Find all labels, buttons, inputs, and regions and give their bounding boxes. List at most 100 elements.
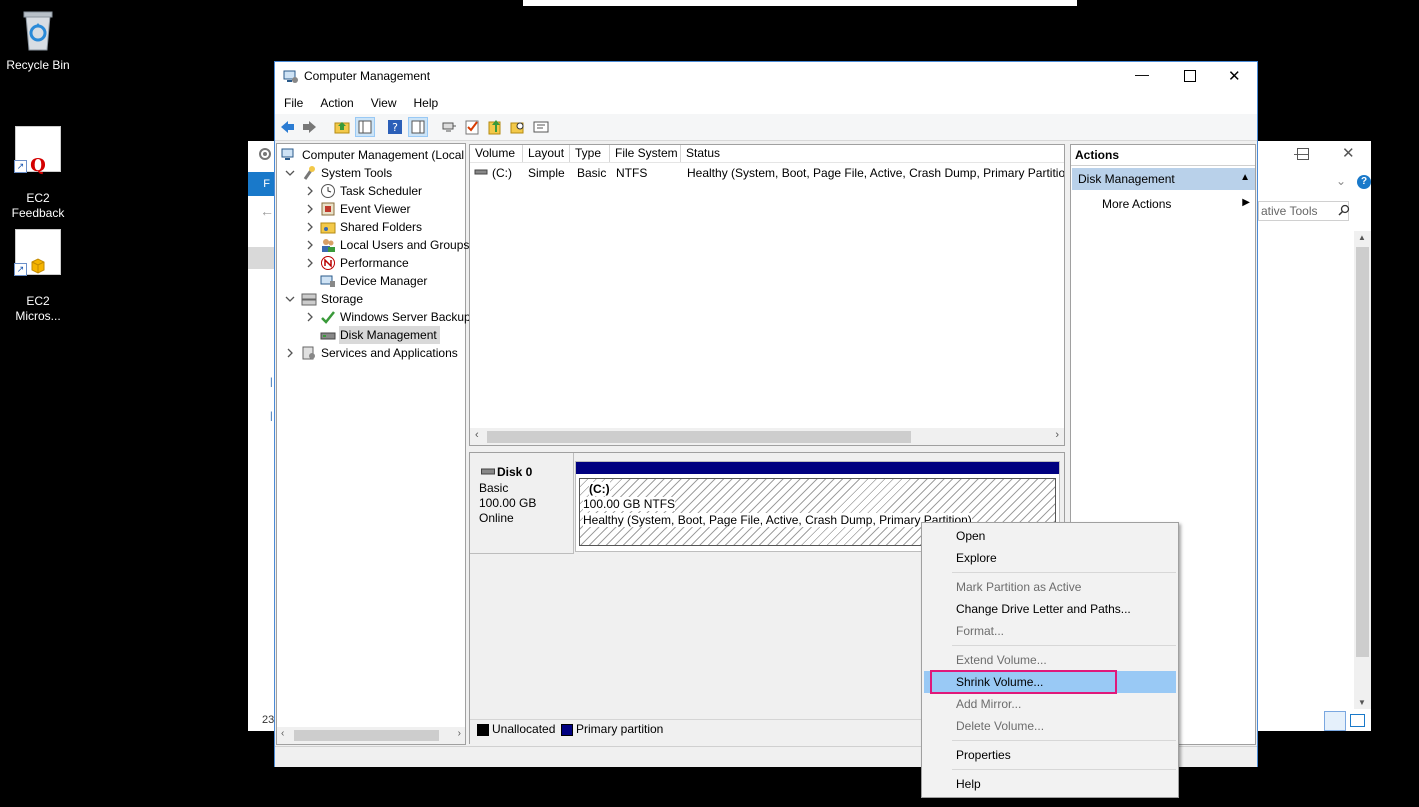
tiles-view-icon[interactable] bbox=[1350, 714, 1365, 727]
tree-item-label: Performance bbox=[340, 256, 409, 270]
menu-item-delete-volume: Delete Volume... bbox=[956, 719, 1045, 733]
cell-file-system: NTFS bbox=[616, 166, 648, 180]
shortcut-arrow-icon: ↗ bbox=[14, 160, 27, 173]
tree-item-services-and-applications[interactable]: Services and Applications bbox=[281, 344, 461, 362]
tree-item-event-viewer[interactable]: Event Viewer bbox=[281, 200, 461, 218]
table-row[interactable]: (C:) Simple Basic NTFS Healthy (System, … bbox=[470, 165, 1064, 182]
package-icon: ↗ bbox=[14, 229, 61, 276]
title-bar[interactable]: Computer Management — ✕ bbox=[275, 62, 1257, 92]
help-icon[interactable]: ? bbox=[387, 119, 403, 135]
chevron-right-icon[interactable] bbox=[303, 220, 317, 234]
col-header-status[interactable]: Status bbox=[681, 145, 1064, 162]
chevron-down-icon[interactable]: ⌄ bbox=[1336, 174, 1346, 188]
forward-icon[interactable] bbox=[302, 119, 318, 135]
up-folder-icon[interactable] bbox=[334, 119, 350, 135]
menu-item-extend-volume: Extend Volume... bbox=[956, 653, 1047, 667]
cell-status: Healthy (System, Boot, Page File, Active… bbox=[687, 166, 1064, 180]
chevron-right-icon[interactable] bbox=[283, 346, 297, 360]
tree-horizontal-scrollbar[interactable]: ‹ › bbox=[277, 727, 465, 744]
tree-item-label: Local Users and Groups bbox=[340, 238, 470, 252]
disk-management-icon bbox=[320, 327, 336, 343]
tree-item-task-scheduler[interactable]: Task Scheduler bbox=[281, 182, 461, 200]
menu-item-open[interactable]: Open bbox=[956, 526, 985, 546]
actions-header-label: Actions bbox=[1075, 148, 1120, 162]
menu-item-properties[interactable]: Properties bbox=[956, 745, 1011, 765]
disk-info-box[interactable]: Disk 0 Basic 100.00 GB Online bbox=[470, 453, 574, 554]
connect-icon[interactable] bbox=[441, 119, 457, 135]
close-button[interactable]: ✕ bbox=[1228, 67, 1241, 85]
volume-horizontal-scrollbar[interactable]: ‹ › bbox=[470, 428, 1064, 445]
storage-icon bbox=[301, 291, 317, 307]
tree-item-label: Windows Server Backup bbox=[340, 310, 471, 324]
tree-item-shared-folders[interactable]: Shared Folders bbox=[281, 218, 461, 236]
minimize-button[interactable]: — bbox=[1135, 66, 1149, 82]
close-button[interactable]: ✕ bbox=[1342, 144, 1355, 162]
action-pane-icon[interactable] bbox=[408, 117, 428, 137]
chevron-down-icon[interactable] bbox=[283, 166, 297, 180]
checklist-icon[interactable] bbox=[464, 119, 480, 135]
device-manager-icon bbox=[320, 273, 336, 289]
desktop-icon-ec2-micros[interactable]: ↗ EC2 Micros... bbox=[0, 214, 76, 339]
tree-item-label: System Tools bbox=[321, 166, 393, 180]
col-header-file-system[interactable]: File System bbox=[610, 145, 681, 162]
legend-primary: Primary partition bbox=[576, 722, 664, 736]
side-mark: | bbox=[270, 411, 273, 422]
menu-item-shrink-volume[interactable]: Shrink Volume... bbox=[956, 672, 1043, 692]
gear-icon bbox=[256, 145, 274, 163]
chevron-right-icon[interactable] bbox=[303, 310, 317, 324]
col-header-volume[interactable]: Volume bbox=[470, 145, 523, 162]
disk-icon bbox=[481, 466, 495, 476]
tree-item-label: Device Manager bbox=[340, 274, 428, 288]
menu-item-explore[interactable]: Explore bbox=[956, 548, 997, 568]
tree-item-label: Storage bbox=[321, 292, 364, 306]
properties-icon[interactable] bbox=[533, 119, 549, 135]
backup-icon bbox=[320, 309, 336, 325]
tools-icon bbox=[301, 165, 317, 181]
chevron-right-icon[interactable] bbox=[303, 238, 317, 252]
menu-view[interactable]: View bbox=[362, 92, 405, 110]
folder-up-icon[interactable] bbox=[487, 119, 503, 135]
volume-list: Volume Layout Type File System Status (C… bbox=[469, 144, 1065, 446]
col-header-layout[interactable]: Layout bbox=[523, 145, 570, 162]
back-arrow-icon[interactable]: ← bbox=[260, 203, 274, 219]
menu-action[interactable]: Action bbox=[311, 92, 361, 110]
menu-item-help[interactable]: Help bbox=[956, 774, 981, 794]
chevron-down-icon[interactable] bbox=[283, 292, 297, 306]
chevron-right-icon[interactable] bbox=[303, 184, 317, 198]
maximize-button[interactable] bbox=[1184, 70, 1196, 82]
services-icon bbox=[301, 345, 317, 361]
show-hide-tree-icon[interactable] bbox=[355, 117, 375, 137]
tree-item-storage[interactable]: Storage bbox=[281, 290, 461, 308]
tree-item-windows-server-backup[interactable]: Windows Server Backup bbox=[281, 308, 471, 326]
ribbon-file-tab[interactable]: F bbox=[248, 172, 274, 196]
desktop-icon-recycle-bin[interactable]: Recycle Bin bbox=[0, 8, 76, 73]
disk-state: Online bbox=[479, 511, 514, 525]
tree-item-system-tools[interactable]: System Tools bbox=[281, 164, 461, 182]
search-folder-icon[interactable] bbox=[510, 119, 526, 135]
menu-item-change-drive-letter[interactable]: Change Drive Letter and Paths... bbox=[956, 599, 1131, 619]
search-box[interactable]: ative Tools bbox=[1258, 201, 1349, 221]
toolbar: ? bbox=[275, 114, 1257, 141]
actions-section-disk-management[interactable]: Disk Management ▲ bbox=[1072, 168, 1255, 190]
vertical-scrollbar[interactable]: ▲ ▼ bbox=[1354, 231, 1371, 709]
window-title: Computer Management bbox=[304, 69, 431, 83]
maximize-button[interactable] bbox=[1297, 148, 1309, 160]
col-header-type[interactable]: Type bbox=[570, 145, 610, 162]
tree-item-performance[interactable]: Performance bbox=[281, 254, 461, 272]
event-viewer-icon bbox=[320, 201, 336, 217]
tree-item-local-users-and-groups[interactable]: Local Users and Groups bbox=[281, 236, 470, 254]
details-view-icon[interactable] bbox=[1324, 711, 1346, 731]
primary-partition-bar bbox=[576, 462, 1059, 474]
chevron-right-icon[interactable] bbox=[303, 256, 317, 270]
help-icon[interactable]: ? bbox=[1357, 175, 1371, 189]
menu-file[interactable]: File bbox=[275, 92, 311, 110]
chevron-right-icon[interactable] bbox=[303, 202, 317, 216]
menu-item-add-mirror: Add Mirror... bbox=[956, 697, 1022, 711]
collapse-up-icon[interactable]: ▲ bbox=[1240, 172, 1250, 183]
back-icon[interactable] bbox=[279, 119, 295, 135]
search-icon bbox=[1338, 204, 1350, 216]
menu-help[interactable]: Help bbox=[405, 92, 447, 110]
tree-item-device-manager[interactable]: Device Manager bbox=[281, 272, 461, 290]
tree-item-disk-management[interactable]: Disk Management bbox=[281, 326, 461, 344]
actions-more-actions[interactable]: More Actions ▶ bbox=[1072, 193, 1255, 215]
